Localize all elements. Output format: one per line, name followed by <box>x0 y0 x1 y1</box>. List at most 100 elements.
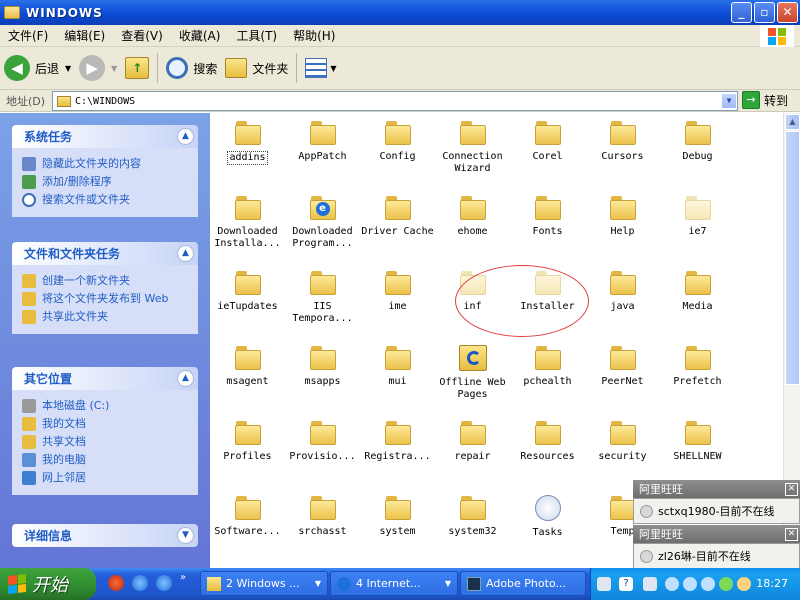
folder-item[interactable]: Corel <box>510 113 585 185</box>
popup-body[interactable]: sctxq1980-目前不在线 <box>633 498 800 524</box>
folder-item[interactable]: security <box>585 413 660 485</box>
menu-help[interactable]: 帮助(H) <box>285 27 343 44</box>
go-button[interactable]: → 转到 <box>742 91 788 109</box>
folder-item[interactable]: msapps <box>285 338 360 410</box>
system-tasks-header[interactable]: 系统任务 ▲ <box>12 125 198 148</box>
folder-item[interactable]: Provisio... <box>285 413 360 485</box>
address-dropdown-icon[interactable]: ▼ <box>721 93 737 109</box>
folder-item[interactable]: ie7 <box>660 188 735 260</box>
folder-item[interactable]: IIS Tempora... <box>285 263 360 335</box>
scroll-up-icon[interactable]: ▲ <box>785 114 800 130</box>
security-icon[interactable] <box>737 577 751 591</box>
place-local-disk[interactable]: 本地磁盘 (C:) <box>22 399 190 413</box>
menu-file[interactable]: 文件(F) <box>0 27 56 44</box>
search-button[interactable]: 搜索 <box>162 50 221 86</box>
notification-popup[interactable]: 阿里旺旺 ✕ zl26琳-目前不在线 <box>633 525 800 569</box>
folder-item[interactable]: Offline Web Pages <box>435 338 510 410</box>
messenger-icon[interactable] <box>701 577 715 591</box>
folder-item[interactable]: mui <box>360 338 435 410</box>
folder-item[interactable]: Media <box>660 263 735 335</box>
chevron-up-icon[interactable]: ▲ <box>177 245 194 262</box>
taskbar-button-photoshop[interactable]: Adobe Photo... <box>460 571 586 596</box>
other-places-header[interactable]: 其它位置 ▲ <box>12 367 198 390</box>
folder-item[interactable]: Help <box>585 188 660 260</box>
folder-item[interactable]: Registra... <box>360 413 435 485</box>
back-dropdown-icon[interactable]: ▼ <box>65 64 71 73</box>
user-status-icon[interactable] <box>719 577 733 591</box>
menu-edit[interactable]: 编辑(E) <box>56 27 113 44</box>
chevron-down-icon[interactable]: ▼ <box>177 527 194 544</box>
folder-item[interactable]: addins <box>210 113 285 185</box>
folder-item[interactable]: Software... <box>210 488 285 560</box>
folder-item[interactable]: Cursors <box>585 113 660 185</box>
task-publish-web[interactable]: 将这个文件夹发布到 Web <box>22 292 190 306</box>
folder-item[interactable]: Downloaded Installa... <box>210 188 285 260</box>
folder-item[interactable]: Connection Wizard <box>435 113 510 185</box>
folder-item[interactable]: Prefetch <box>660 338 735 410</box>
forward-dropdown-icon[interactable]: ▼ <box>111 64 117 73</box>
folder-item[interactable]: Resources <box>510 413 585 485</box>
place-my-computer[interactable]: 我的电脑 <box>22 453 190 467</box>
place-network[interactable]: 网上邻居 <box>22 471 190 485</box>
folder-item[interactable]: Debug <box>660 113 735 185</box>
chevron-up-icon[interactable]: ▲ <box>177 128 194 145</box>
place-shared-documents[interactable]: 共享文档 <box>22 435 190 449</box>
chevron-up-icon[interactable]: ▲ <box>177 370 194 387</box>
folder-item[interactable]: ime <box>360 263 435 335</box>
volume-icon[interactable] <box>643 577 657 591</box>
menu-view[interactable]: 查看(V) <box>113 27 171 44</box>
task-new-folder[interactable]: 创建一个新文件夹 <box>22 274 190 288</box>
file-tasks-header[interactable]: 文件和文件夹任务 ▲ <box>12 242 198 265</box>
taskbar-button-internet[interactable]: 4 Internet... ▼ <box>330 571 458 596</box>
task-add-remove-programs[interactable]: 添加/删除程序 <box>22 175 190 189</box>
folder-item[interactable]: Config <box>360 113 435 185</box>
title-bar[interactable]: WINDOWS _ ▫ ✕ <box>0 0 800 25</box>
quicklaunch-more-icon[interactable]: » <box>180 572 186 583</box>
folder-item[interactable]: java <box>585 263 660 335</box>
folder-item[interactable]: e Downloaded Program... <box>285 188 360 260</box>
folder-item[interactable]: system <box>360 488 435 560</box>
folder-item[interactable]: msagent <box>210 338 285 410</box>
folder-item[interactable]: Profiles <box>210 413 285 485</box>
task-hide-folder-contents[interactable]: 隐藏此文件夹的内容 <box>22 157 190 171</box>
taskbar-button-windows[interactable]: 2 Windows ... ▼ <box>200 571 328 596</box>
popup-body[interactable]: zl26琳-目前不在线 <box>633 543 800 569</box>
folder-item[interactable]: repair <box>435 413 510 485</box>
close-icon[interactable]: ✕ <box>785 482 798 496</box>
folder-item[interactable]: Fonts <box>510 188 585 260</box>
details-header[interactable]: 详细信息 ▼ <box>12 524 198 547</box>
menu-favorites[interactable]: 收藏(A) <box>171 27 229 44</box>
task-share-folder[interactable]: 共享此文件夹 <box>22 310 190 324</box>
minimize-button[interactable]: _ <box>731 2 752 23</box>
folder-item[interactable]: ehome <box>435 188 510 260</box>
folder-item[interactable]: Tasks <box>510 488 585 560</box>
back-button[interactable]: ◀ 后退 ▼ <box>0 50 75 86</box>
close-button[interactable]: ✕ <box>777 2 798 23</box>
close-icon[interactable]: ✕ <box>785 527 798 541</box>
task-search-files[interactable]: 搜索文件或文件夹 <box>22 193 190 207</box>
folder-item[interactable]: ieTupdates <box>210 263 285 335</box>
notification-popup[interactable]: 阿里旺旺 ✕ sctxq1980-目前不在线 <box>633 480 800 524</box>
qq-tray-icon[interactable] <box>665 577 679 591</box>
help-icon[interactable]: ? <box>619 577 633 591</box>
keyboard-icon[interactable] <box>597 577 611 591</box>
address-field[interactable]: C:\WINDOWS ▼ <box>52 91 738 111</box>
up-button[interactable]: ↑ <box>121 50 153 86</box>
start-button[interactable]: 开始 <box>0 568 96 600</box>
media-player-icon[interactable] <box>108 575 124 591</box>
browser-icon[interactable] <box>156 575 172 591</box>
folder-item[interactable]: SHELLNEW <box>660 413 735 485</box>
folder-item[interactable]: system32 <box>435 488 510 560</box>
folder-item[interactable]: Driver Cache <box>360 188 435 260</box>
folder-item[interactable]: AppPatch <box>285 113 360 185</box>
folder-item[interactable]: PeerNet <box>585 338 660 410</box>
folder-item[interactable]: srchasst <box>285 488 360 560</box>
folder-item[interactable]: pchealth <box>510 338 585 410</box>
views-button[interactable]: ▼ <box>301 50 340 86</box>
folders-button[interactable]: 文件夹 <box>221 50 292 86</box>
network-tray-icon[interactable] <box>683 577 697 591</box>
qq-icon[interactable] <box>132 575 148 591</box>
forward-button[interactable]: ▶ ▼ <box>75 50 121 86</box>
scroll-thumb[interactable] <box>785 131 800 385</box>
maximize-button[interactable]: ▫ <box>754 2 775 23</box>
